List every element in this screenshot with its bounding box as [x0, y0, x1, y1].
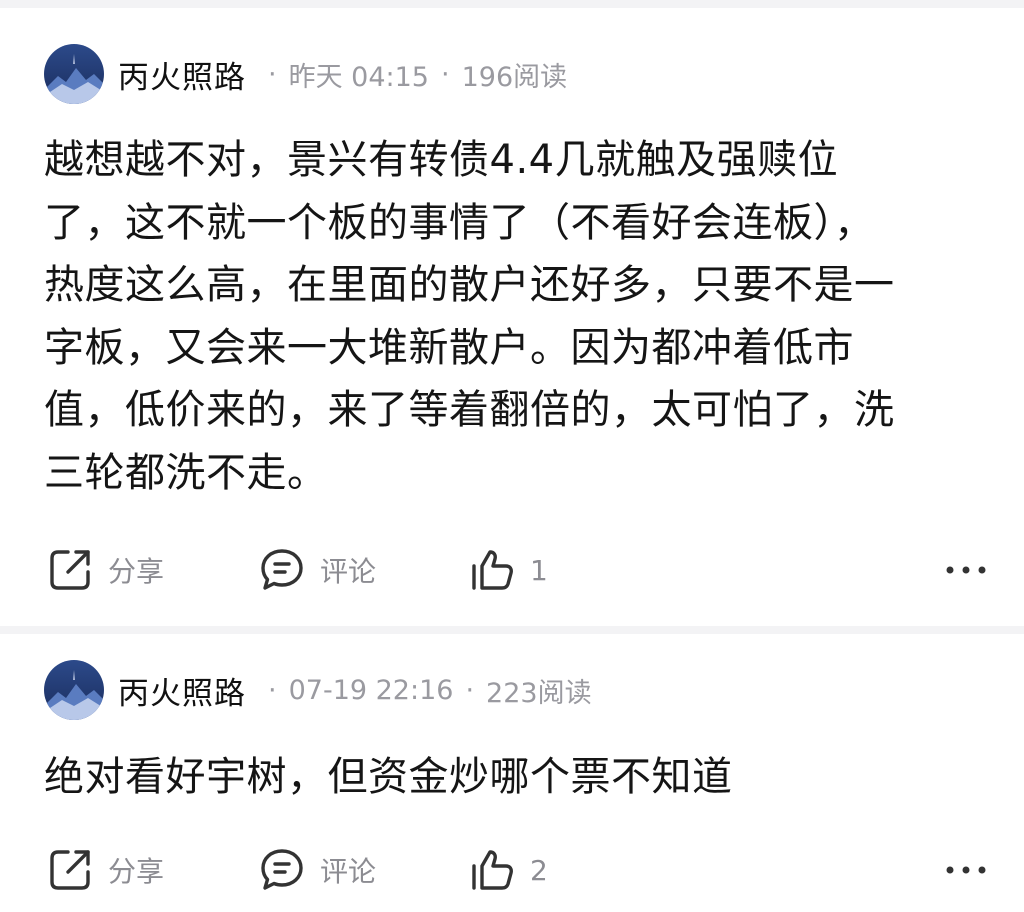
content-line: 三轮都洗不走。 — [44, 449, 328, 496]
comment-button[interactable]: 评论 — [258, 840, 376, 900]
post-actions: 分享 评论 1 — [0, 540, 1024, 600]
content-line: 越想越不对，景兴有转债4.4几就触及强赎位 — [44, 137, 839, 183]
share-button[interactable]: 分享 — [46, 840, 164, 900]
thumbs-up-icon — [468, 546, 516, 594]
share-button[interactable]: 分享 — [46, 540, 164, 600]
meta-separator: · — [441, 58, 450, 90]
post-divider — [0, 626, 1024, 634]
meta-separator: · — [268, 674, 277, 706]
top-divider — [0, 0, 1024, 8]
like-button[interactable]: 2 — [468, 840, 548, 900]
post-feed: 丙火照路 · 昨天 04:15 · 196阅读 越想越不对，景兴有转债4.4几就… — [0, 0, 1024, 912]
author-name[interactable]: 丙火照路 — [118, 668, 246, 713]
read-count: 223阅读 — [486, 677, 592, 709]
more-button[interactable] — [944, 540, 988, 600]
share-icon — [46, 546, 94, 594]
comment-label: 评论 — [320, 555, 377, 588]
more-icon — [944, 864, 988, 876]
post-time: 07-19 22:16 — [288, 674, 454, 706]
content-line: 了，这不就一个板的事情了（不看好会连板）， — [44, 199, 875, 246]
meta-separator: · — [268, 58, 277, 90]
avatar[interactable] — [44, 44, 104, 104]
share-icon — [46, 846, 94, 894]
comment-label: 评论 — [320, 855, 377, 888]
post-header: 丙火照路 · 07-19 22:16 · 223阅读 — [44, 660, 592, 720]
content-line: 热度这么高，在里面的散户还好多，只要不是一 — [44, 262, 895, 308]
post-meta: · 07-19 22:16 · 223阅读 — [256, 671, 592, 710]
post-meta: · 昨天 04:15 · 196阅读 — [256, 55, 567, 94]
more-icon — [944, 564, 988, 576]
content-line: 绝对看好宇树，但资金炒哪个票不知道 — [44, 754, 733, 800]
post-header: 丙火照路 · 昨天 04:15 · 196阅读 — [44, 44, 567, 104]
like-button[interactable]: 1 — [468, 540, 548, 600]
comment-icon — [258, 546, 306, 594]
content-line: 值，低价来的，来了等着翻倍的，太可怕了，洗 — [44, 387, 895, 433]
content-line: 字板，又会来一大堆新散户。因为都冲着低市 — [44, 324, 854, 371]
post-content[interactable]: 越想越不对，景兴有转债4.4几就触及强赎位 了，这不就一个板的事情了（不看好会连… — [44, 129, 994, 504]
share-label: 分享 — [108, 555, 165, 588]
post-card[interactable]: 丙火照路 · 07-19 22:16 · 223阅读 绝对看好宇树，但资金炒哪个… — [0, 634, 1024, 912]
more-button[interactable] — [944, 840, 988, 900]
post-actions: 分享 评论 2 — [0, 840, 1024, 900]
author-name[interactable]: 丙火照路 — [118, 52, 246, 97]
comment-icon — [258, 846, 306, 894]
like-count: 1 — [530, 553, 548, 587]
post-time: 昨天 04:15 — [288, 61, 429, 93]
meta-separator: · — [465, 674, 475, 706]
read-count: 196阅读 — [461, 61, 568, 93]
post-card[interactable]: 丙火照路 · 昨天 04:15 · 196阅读 越想越不对，景兴有转债4.4几就… — [0, 10, 1024, 626]
comment-button[interactable]: 评论 — [258, 540, 376, 600]
like-count: 2 — [530, 853, 548, 887]
post-content[interactable]: 绝对看好宇树，但资金炒哪个票不知道 — [44, 746, 994, 809]
avatar[interactable] — [44, 660, 104, 720]
share-label: 分享 — [108, 855, 165, 888]
thumbs-up-icon — [468, 846, 516, 894]
